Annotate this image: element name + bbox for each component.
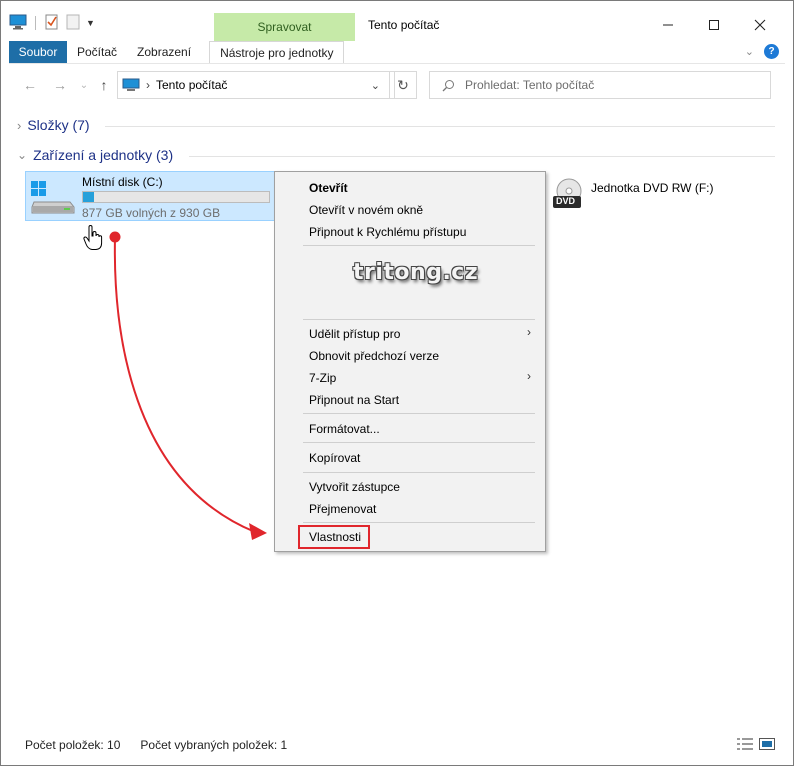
close-button[interactable]	[737, 11, 783, 39]
menu-item-restore-versions[interactable]: Obnovit předchozí verze	[309, 349, 439, 363]
maximize-icon	[709, 20, 719, 30]
ribbon-tabs: Soubor Počítač Zobrazení Nástroje pro je…	[9, 41, 345, 63]
menu-item-pin-start[interactable]: Připnout na Start	[309, 393, 399, 407]
tab-soubor[interactable]: Soubor	[9, 41, 67, 63]
context-menu: Otevřít Otevřít v novém okně Připnout k …	[274, 171, 546, 552]
ribbon-expand-icon[interactable]: ⌄	[745, 45, 754, 58]
menu-item-open-new-window[interactable]: Otevřít v novém okně	[309, 203, 423, 217]
submenu-arrow-icon: ›	[527, 369, 531, 383]
explorer-window: ▼ Spravovat Tento počítač Soubor Počítač…	[0, 0, 794, 766]
properties-check-icon[interactable]	[44, 14, 60, 33]
menu-item-grant-access[interactable]: Udělit přístup pro	[309, 327, 400, 341]
address-bar[interactable]: › Tento počítač ⌄	[117, 71, 395, 99]
drive-c-name: Místní disk (C:)	[82, 175, 163, 189]
menu-separator	[303, 442, 535, 443]
dvd-badge: DVD	[556, 196, 576, 206]
menu-separator	[303, 522, 535, 523]
group-folders[interactable]: › Složky (7)	[17, 117, 90, 133]
watermark-logo: tritong.cz	[353, 260, 479, 285]
dvd-drive-icon: DVD	[549, 177, 583, 217]
group-folders-label: Složky (7)	[27, 117, 90, 133]
drive-c-usage-fill	[83, 192, 94, 202]
search-placeholder: Prohledat: Tento počítač	[465, 78, 595, 92]
menu-item-create-shortcut[interactable]: Vytvořit zástupce	[309, 480, 400, 494]
menu-separator	[303, 245, 535, 246]
qat-divider	[35, 16, 36, 30]
submenu-arrow-icon: ›	[527, 325, 531, 339]
hand-cursor-icon	[83, 224, 103, 254]
drive-c-free-space: 877 GB volných z 930 GB	[82, 206, 221, 220]
forward-button[interactable]: →	[51, 76, 69, 94]
drive-dvd-tile[interactable]: DVD Jednotka DVD RW (F:)	[549, 177, 713, 217]
address-dropdown-icon[interactable]: ⌄	[371, 79, 380, 92]
status-selected-count: Počet vybraných položek: 1	[140, 738, 288, 752]
arrow-left-icon: ←	[23, 77, 37, 93]
tab-drive-tools[interactable]: Nástroje pro jednotky	[209, 41, 345, 63]
back-button[interactable]: ←	[21, 76, 39, 94]
drive-c-tile[interactable]: Místní disk (C:) 877 GB volných z 930 GB	[25, 171, 279, 221]
search-icon	[442, 79, 455, 92]
up-button[interactable]: ↑	[95, 76, 113, 94]
menu-separator	[303, 413, 535, 414]
refresh-icon: ↻	[397, 76, 409, 93]
group-devices[interactable]: ⌄ Zařízení a jednotky (3)	[17, 147, 173, 163]
help-icon[interactable]: ?	[764, 44, 779, 59]
chevron-down-icon: ⌄	[17, 148, 28, 162]
view-switcher	[737, 738, 775, 753]
group-devices-divider	[189, 156, 775, 157]
computer-icon[interactable]	[9, 14, 27, 33]
chevron-down-icon: ⌄	[79, 79, 89, 91]
refresh-button[interactable]: ↻	[389, 71, 417, 99]
search-input[interactable]: Prohledat: Tento počítač	[429, 71, 771, 99]
menu-item-format[interactable]: Formátovat...	[309, 422, 380, 436]
breadcrumb[interactable]: Tento počítač	[156, 78, 227, 92]
hard-drive-icon	[30, 180, 76, 217]
arrow-up-icon: ↑	[100, 77, 108, 93]
menu-item-rename[interactable]: Přejmenovat	[309, 502, 376, 516]
large-icons-view-icon[interactable]	[759, 738, 775, 753]
menu-item-7zip[interactable]: 7-Zip	[309, 371, 336, 385]
menu-separator	[303, 472, 535, 473]
navigation-bar: ← → ⌄ ↑ › Tento počítač ⌄ ↻ Prohledat: T…	[9, 70, 771, 100]
status-item-count: Počet položek: 10	[25, 738, 121, 752]
minimize-icon	[663, 24, 673, 26]
status-bar: Počet položek: 10 Počet vybraných polože…	[25, 738, 287, 752]
details-view-icon[interactable]	[737, 738, 753, 753]
ribbon-divider	[9, 63, 785, 64]
maximize-button[interactable]	[691, 11, 737, 39]
breadcrumb-separator-icon: ›	[146, 78, 150, 92]
menu-item-copy[interactable]: Kopírovat	[309, 451, 360, 465]
tab-pocitac[interactable]: Počítač	[67, 41, 127, 63]
window-title: Tento počítač	[368, 18, 440, 32]
close-icon	[754, 19, 766, 31]
menu-item-pin-quick-access[interactable]: Připnout k Rychlému přístupu	[309, 225, 466, 239]
ribbon-help-area: ⌄ ?	[745, 44, 779, 59]
drive-c-usage-bar	[82, 191, 270, 203]
minimize-button[interactable]	[645, 11, 691, 39]
group-devices-label: Zařízení a jednotky (3)	[33, 147, 174, 163]
new-folder-icon[interactable]	[66, 14, 80, 33]
quick-access-toolbar: ▼	[9, 11, 95, 35]
group-folders-divider	[105, 126, 775, 127]
arrow-right-icon: →	[53, 77, 67, 93]
qat-dropdown-icon[interactable]: ▼	[86, 18, 95, 28]
menu-separator	[303, 319, 535, 320]
drive-dvd-name: Jednotka DVD RW (F:)	[591, 181, 714, 195]
menu-item-properties[interactable]: Vlastnosti	[309, 530, 361, 544]
chevron-right-icon: ›	[17, 117, 22, 133]
menu-item-open[interactable]: Otevřít	[309, 181, 348, 195]
recent-locations-button[interactable]: ⌄	[75, 76, 93, 94]
computer-icon	[122, 78, 140, 92]
context-tab-header: Spravovat	[214, 13, 355, 41]
tab-zobrazeni[interactable]: Zobrazení	[127, 41, 201, 63]
